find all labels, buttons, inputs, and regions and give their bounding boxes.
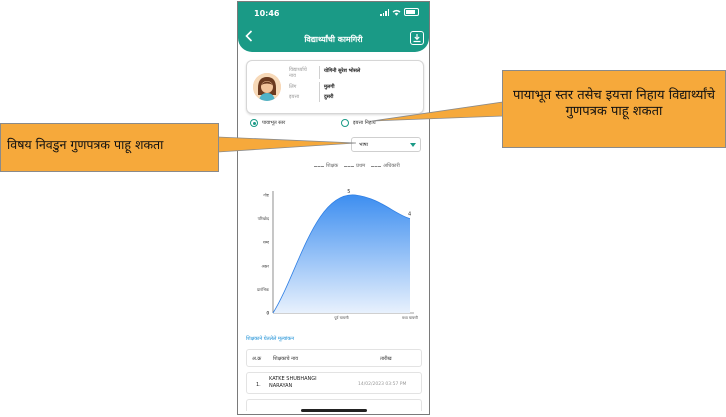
callout-pointers	[217, 101, 504, 153]
callout-subject-selection: विषय निवडुन गुणपत्रक पाहू शकता	[0, 123, 219, 172]
callout-level-wise: पायाभूत स्तर तसेच इयत्ता निहाय विद्यार्थ…	[502, 70, 726, 148]
left-callout-pointer	[217, 136, 357, 153]
right-callout-pointer	[371, 101, 504, 122]
